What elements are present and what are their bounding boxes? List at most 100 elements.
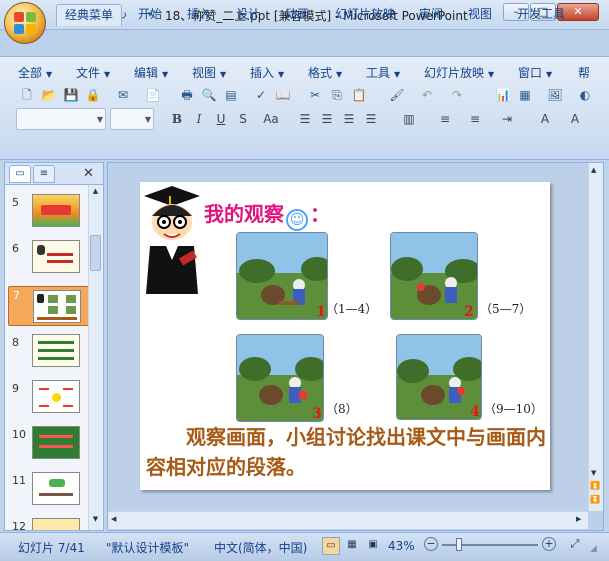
columns-icon[interactable]: ▥ [400, 110, 418, 128]
thumbnails-scrollbar[interactable]: ▲ ▼ [88, 185, 102, 530]
smiley-icon: ☺ [286, 209, 308, 231]
cut-icon[interactable]: ✂ [306, 86, 324, 104]
paste-icon[interactable]: 📋 [350, 86, 368, 104]
thumbnail-item[interactable]: 5 [8, 194, 88, 230]
close-panel-icon[interactable]: ✕ [83, 166, 94, 181]
outline-tab-icon[interactable]: ≡ [33, 165, 55, 183]
print-icon[interactable]: 🖶 [178, 86, 196, 104]
next-slide-icon[interactable]: ⏬ [590, 495, 600, 504]
redo-icon[interactable]: ↷ [448, 86, 466, 104]
menu-all[interactable]: 全部 ▼ [18, 64, 52, 81]
align-center-icon[interactable]: ☰ [318, 110, 336, 128]
menu-file[interactable]: 文件 ▼ [76, 64, 110, 81]
menu-edit-label: 编辑 [134, 66, 159, 80]
tab-design[interactable]: 设计 [228, 4, 268, 26]
slide-canvas[interactable]: 我的观察 ☺： 1 （1—4） 2 （5—7） 3 （8） 4 （9—10） 观… [140, 182, 550, 490]
undo-icon[interactable]: ↶ [418, 86, 436, 104]
thumbnail-item[interactable]: 6 [8, 240, 88, 276]
slides-tab-icon[interactable]: ▭ [9, 165, 31, 183]
print-preview-icon[interactable]: 🔍 [200, 86, 218, 104]
scroll-thumb[interactable] [90, 235, 101, 271]
scroll-right-icon[interactable]: ▶ [576, 515, 581, 523]
slide-horizontal-scrollbar[interactable]: ◀ ▶ [108, 511, 588, 529]
menu-slideshow[interactable]: 幻灯片放映 ▼ [424, 64, 494, 81]
italic-icon[interactable]: I [190, 110, 208, 128]
pdf-icon[interactable]: 📄 [144, 86, 162, 104]
numbering-icon[interactable]: ≡ [436, 110, 454, 128]
thumbnail-item[interactable]: 12 [8, 518, 88, 530]
tab-review[interactable]: 审阅 [411, 4, 451, 26]
menu-insert[interactable]: 插入 ▼ [250, 64, 284, 81]
scroll-up-icon[interactable]: ▲ [90, 187, 101, 197]
menu-view[interactable]: 视图 ▼ [192, 64, 226, 81]
table-icon[interactable]: ▦ [516, 86, 534, 104]
menu-tools[interactable]: 工具 ▼ [366, 64, 400, 81]
bold-icon[interactable]: B [168, 110, 186, 128]
thumbnail-item[interactable]: 11 [8, 472, 88, 508]
scroll-down-icon[interactable]: ▼ [90, 515, 101, 525]
justify-icon[interactable]: ☰ [362, 110, 380, 128]
tab-slideshow[interactable]: 幻灯片放映 [327, 4, 403, 26]
new-icon[interactable]: 🗋 [18, 86, 36, 104]
resize-grip-icon[interactable]: ◢ [590, 544, 597, 554]
change-case-icon[interactable]: Aa [258, 110, 284, 128]
hedgehog-rabbit-scene-icon [237, 233, 327, 319]
grayscale-icon[interactable]: ◐ [576, 86, 594, 104]
tab-insert[interactable]: 插入 [179, 4, 219, 26]
thumbnail-item[interactable]: 9 [8, 380, 88, 416]
permission-icon[interactable]: 🔒 [84, 86, 102, 104]
slide-counter: 幻灯片 7/41 [18, 541, 85, 555]
zoom-in-icon[interactable]: + [542, 537, 556, 551]
save-icon[interactable]: 💾 [62, 86, 80, 104]
previous-slide-icon[interactable]: ⏫ [590, 481, 600, 490]
format-painter-icon[interactable]: 🖌 [388, 86, 406, 104]
scroll-left-icon[interactable]: ◀ [111, 515, 116, 523]
font-color-icon[interactable]: A [536, 110, 554, 128]
menu-edit[interactable]: 编辑 ▼ [134, 64, 168, 81]
thesaurus-icon[interactable]: 📖 [274, 86, 292, 104]
story-picture[interactable] [236, 334, 324, 422]
tab-developer[interactable]: 开发工具 [509, 4, 573, 26]
tab-view[interactable]: 视图 [460, 4, 500, 26]
tab-home[interactable]: 开始 [130, 4, 170, 26]
office-button[interactable] [4, 2, 46, 44]
thumbnail-item-active[interactable]: 7 [8, 286, 88, 326]
design-template-label[interactable]: "默认设计模板" [106, 539, 189, 556]
align-right-icon[interactable]: ☰ [340, 110, 358, 128]
scroll-down-icon[interactable]: ▼ [591, 469, 596, 477]
open-icon[interactable]: 📂 [40, 86, 58, 104]
chart-icon[interactable]: 📊 [494, 86, 512, 104]
shadow-icon[interactable]: S [234, 110, 252, 128]
slide-sorter-icon[interactable]: ▦ [343, 537, 361, 555]
zoom-level[interactable]: 43% [388, 539, 415, 553]
fit-to-window-icon[interactable]: ⤢ [566, 536, 584, 554]
bullets-icon[interactable]: ≡ [466, 110, 484, 128]
underline-icon[interactable]: U [212, 110, 230, 128]
zoom-out-icon[interactable]: − [424, 537, 438, 551]
font-size-combo[interactable]: ▼ [110, 108, 154, 130]
align-left-icon[interactable]: ☰ [296, 110, 314, 128]
slide-vertical-scrollbar[interactable]: ▲ ▼ ⏫ ⏬ [588, 163, 603, 511]
indent-icon[interactable]: ⇥ [498, 110, 516, 128]
picture-number: 2 [464, 304, 474, 320]
menu-window[interactable]: 窗口 ▼ [518, 64, 552, 81]
slideshow-view-icon[interactable]: ▣ [364, 537, 382, 555]
thumbnail-item[interactable]: 8 [8, 334, 88, 370]
normal-view-icon[interactable]: ▭ [322, 537, 340, 555]
menu-help[interactable]: 帮 [578, 64, 590, 81]
scroll-up-icon[interactable]: ▲ [591, 166, 596, 174]
picture-icon[interactable]: 🖼 [546, 86, 564, 104]
language-label[interactable]: 中文(简体，中国) [214, 539, 307, 556]
research-icon[interactable]: ▤ [222, 86, 240, 104]
zoom-slider-thumb[interactable] [456, 538, 462, 551]
tab-classic-menu[interactable]: 经典菜单 [56, 4, 123, 26]
tab-animation[interactable]: 动画 [277, 4, 317, 26]
email-icon[interactable]: ✉ [114, 86, 132, 104]
thumbnail-item[interactable]: 10 [8, 426, 88, 462]
spelling-icon[interactable]: ✓ [252, 86, 270, 104]
menu-format[interactable]: 格式 ▼ [308, 64, 342, 81]
copy-icon[interactable]: ⎘ [328, 86, 346, 104]
font-name-combo[interactable]: ▼ [16, 108, 106, 130]
increase-font-icon[interactable]: A [566, 110, 584, 128]
story-picture[interactable] [236, 232, 328, 320]
